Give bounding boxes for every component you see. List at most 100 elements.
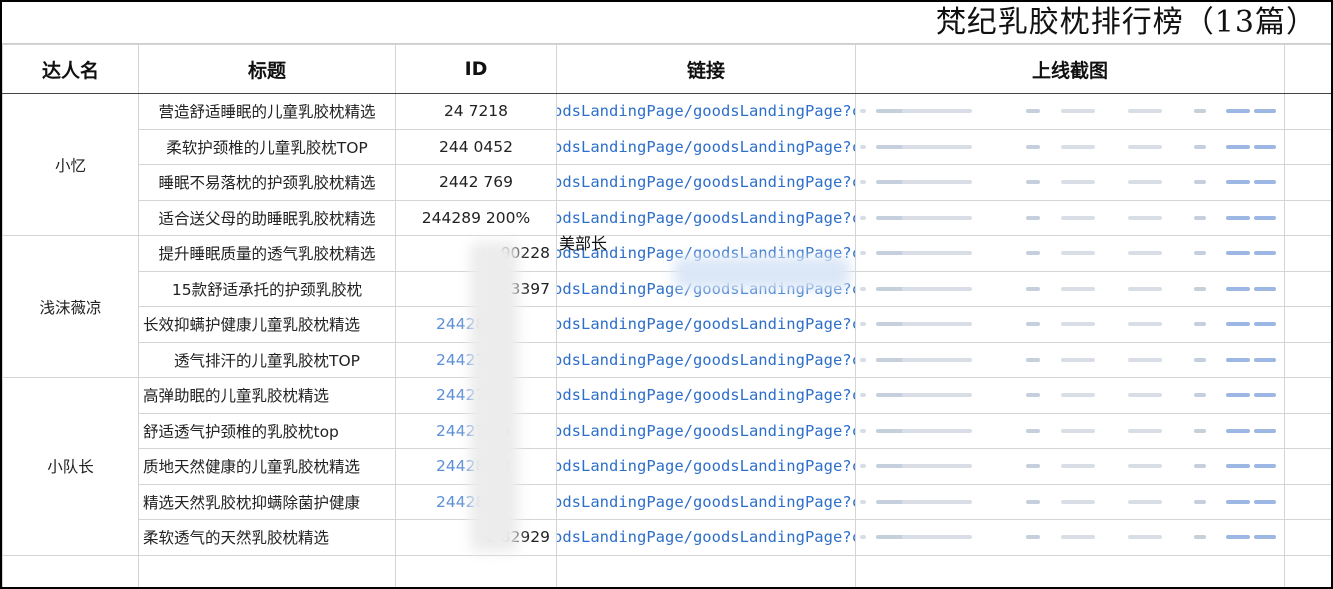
blank-cell — [1284, 448, 1331, 485]
thumbnail-text-line — [1061, 144, 1095, 149]
screenshot-thumbnail — [855, 164, 1285, 201]
table-row: 睡眠不易落枕的护颈乳胶枕精选 2442 769 odsLandingPage/g… — [3, 164, 1331, 201]
link-cell[interactable]: odsLandingPage/goodsLandingPage?cor — [556, 93, 856, 130]
thumbnail-text-line — [1226, 109, 1250, 114]
thumbnail-text-line — [1026, 322, 1040, 327]
thumbnail-text-line — [860, 393, 866, 398]
thumbnail-text-line — [1061, 180, 1095, 185]
thumbnail-text-line — [1254, 464, 1276, 469]
col-header-id: ID — [395, 44, 557, 94]
title-cell: 质地天然健康的儿童乳胶枕精选 — [138, 448, 396, 485]
link-cell[interactable]: odsLandingPage/goodsLandingPage?cor — [556, 412, 856, 449]
thumbnail-text-line — [902, 322, 972, 327]
thumbnail-text-line — [1061, 215, 1095, 220]
thumbnail-text-line — [1026, 215, 1040, 220]
ranking-table: 达人名 标题 ID 链接 上线截图 小忆 营造舒适睡眠的儿童乳胶枕精选 24 7… — [2, 44, 1331, 587]
table-row: 小忆 营造舒适睡眠的儿童乳胶枕精选 24 7218 odsLandingPage… — [2, 93, 1331, 236]
table-row: 小队长 高弹助眠的儿童乳胶枕精选 24427 odsLandingPage/go… — [2, 377, 1331, 556]
thumbnail-text-line — [902, 393, 972, 398]
thumbnail-text-line — [860, 180, 866, 185]
empty-cell — [556, 554, 856, 587]
thumbnail-text-line — [902, 215, 972, 220]
title-cell: 舒适透气护颈椎的乳胶枕top — [138, 412, 396, 449]
thumbnail-text-line — [1254, 535, 1276, 540]
link-cell[interactable]: odsLandingPage/goodsLandingPage?cor — [556, 164, 856, 201]
link-cell[interactable]: odsLandingPage/goodsLandingPage?cor — [556, 483, 856, 520]
empty-cell — [138, 554, 396, 587]
screenshot-thumbnail — [855, 377, 1285, 414]
screenshot-thumbnail — [855, 483, 1285, 520]
spreadsheet-frame: 梵纪乳胶枕排行榜（13篇） 达人名 标题 ID 链接 上线截图 小忆 营造舒适睡… — [0, 0, 1333, 589]
thumbnail-text-line — [876, 109, 904, 114]
thumbnail-text-line — [876, 180, 904, 185]
thumbnail-text-line — [1226, 428, 1250, 433]
thumbnail-text-line — [876, 428, 904, 433]
thumbnail-text-line — [1194, 499, 1206, 504]
link-cell[interactable]: odsLandingPage/goodsLandingPage?cor — [556, 519, 856, 556]
thumbnail-text-line — [1254, 286, 1276, 291]
thumbnail-text-line — [1061, 393, 1095, 398]
thumbnail-text-line — [1194, 428, 1206, 433]
author-cell: 小忆 — [2, 93, 139, 236]
link-cell[interactable]: odsLandingPage/goodsLandingPage?cor — [556, 128, 856, 165]
sheet-title: 梵纪乳胶枕排行榜（13篇） — [935, 5, 1317, 40]
link-cell[interactable]: odsLandingPage/goodsLandingPage?cor — [556, 377, 856, 414]
table-row: 精选天然乳胶枕抑螨除菌护健康 24428 odsLandingPage/good… — [3, 483, 1331, 520]
title-cell: 高弹助眠的儿童乳胶枕精选 — [138, 377, 396, 414]
thumbnail-text-line — [902, 286, 972, 291]
table-row: 舒适透气护颈椎的乳胶枕top 24427 90 odsLandingPage/g… — [3, 412, 1331, 449]
blank-cell — [1284, 341, 1331, 378]
blank-cell — [1284, 93, 1331, 130]
table-row: 浅沫薇凉 提升睡眠质量的透气乳胶枕精选 90228 odsLandingPage… — [2, 235, 1331, 378]
thumbnail-text-line — [1226, 535, 1250, 540]
blank-cell — [1284, 235, 1331, 272]
thumbnail-text-line — [860, 322, 866, 327]
screenshot-thumbnail — [855, 341, 1285, 378]
thumbnail-text-line — [1226, 393, 1250, 398]
table-row: 适合送父母的助睡眠乳胶枕精选 244289 200% odsLandingPag… — [3, 199, 1331, 236]
thumbnail-text-line — [1128, 144, 1162, 149]
thumbnail-text-line — [1194, 286, 1206, 291]
thumbnail-text-line — [1026, 357, 1040, 362]
thumbnail-text-line — [1061, 499, 1095, 504]
col-header-title: 标题 — [138, 44, 396, 94]
col-header-screenshot: 上线截图 — [855, 44, 1285, 94]
thumbnail-text-line — [1226, 357, 1250, 362]
overlay-label: 美部长 — [559, 234, 608, 253]
thumbnail-text-line — [876, 215, 904, 220]
thumbnail-text-line — [1194, 322, 1206, 327]
thumbnail-text-line — [860, 428, 866, 433]
thumbnail-text-line — [1226, 464, 1250, 469]
thumbnail-text-line — [1061, 428, 1095, 433]
link-cell[interactable]: odsLandingPage/goodsLandingPage?cor — [556, 306, 856, 343]
thumbnail-text-line — [1128, 535, 1162, 540]
thumbnail-text-line — [902, 428, 972, 433]
thumbnail-text-line — [876, 251, 904, 256]
screenshot-thumbnail — [855, 128, 1285, 165]
redaction-smear — [674, 257, 850, 289]
thumbnail-text-line — [1128, 357, 1162, 362]
thumbnail-text-line — [1194, 215, 1206, 220]
thumbnail-text-line — [902, 499, 972, 504]
thumbnail-text-line — [1226, 144, 1250, 149]
link-cell[interactable]: odsLandingPage/goodsLandingPage?cor — [556, 341, 856, 378]
screenshot-thumbnail — [855, 448, 1285, 485]
title-cell: 提升睡眠质量的透气乳胶枕精选 — [138, 235, 396, 272]
thumbnail-text-line — [876, 535, 904, 540]
link-cell[interactable]: odsLandingPage/goodsLandingPage?cor — [556, 448, 856, 485]
id-cell: 2442 769 — [395, 164, 557, 201]
thumbnail-text-line — [1254, 144, 1276, 149]
thumbnail-text-line — [1128, 428, 1162, 433]
thumbnail-text-line — [902, 251, 972, 256]
thumbnail-text-line — [1128, 464, 1162, 469]
blank-cell — [1284, 164, 1331, 201]
blank-cell — [1284, 519, 1331, 556]
col-header-link: 链接 — [556, 44, 856, 94]
table-row: 长效抑螨护健康儿童乳胶枕精选 24428 odsLandingPage/good… — [3, 306, 1331, 343]
thumbnail-text-line — [876, 357, 904, 362]
col-header-author: 达人名 — [2, 44, 139, 94]
table-row: 透气排汗的儿童乳胶枕TOP 24427 odsLandingPage/goods… — [3, 341, 1331, 378]
thumbnail-text-line — [1026, 251, 1040, 256]
thumbnail-text-line — [860, 109, 866, 114]
table-row: 柔软护颈椎的儿童乳胶枕TOP 244 0452 odsLandingPage/g… — [3, 128, 1331, 165]
